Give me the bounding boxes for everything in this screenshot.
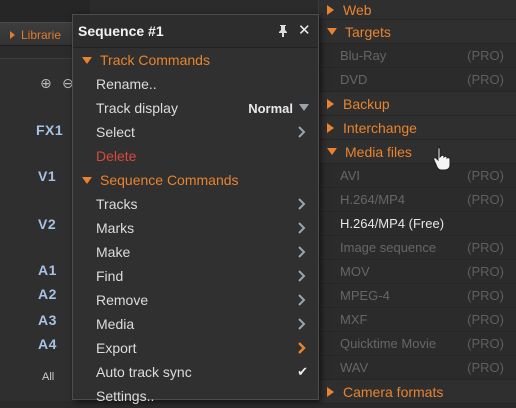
- menu-item-delete[interactable]: Delete: [73, 144, 318, 168]
- close-icon[interactable]: ✕: [298, 23, 311, 38]
- menu-item-make[interactable]: Make: [73, 240, 318, 264]
- collapsed-arrow-icon: [327, 386, 334, 397]
- zoom-in-icon[interactable]: ⊕: [40, 75, 54, 91]
- checkmark-icon: ✔: [297, 364, 308, 379]
- menu-item-track-display[interactable]: Track display Normal: [73, 96, 318, 120]
- expand-arrow-icon: [10, 31, 15, 39]
- menu-item-export[interactable]: Export: [73, 336, 318, 360]
- track-label-a2[interactable]: A2: [38, 286, 57, 302]
- menu-item-marks[interactable]: Marks: [73, 216, 318, 240]
- dropdown-arrow-icon: [299, 104, 309, 111]
- menu-item-media[interactable]: Media: [73, 312, 318, 336]
- track-display-value: Normal: [248, 100, 293, 116]
- menu-title: Sequence #1: [78, 23, 164, 39]
- submenu-item: DVD (PRO): [319, 68, 516, 92]
- expanded-arrow-icon: [327, 28, 337, 35]
- submenu-item: Image sequence (PRO): [319, 236, 516, 260]
- expanded-arrow-icon: [82, 56, 92, 64]
- sequence-context-menu: Sequence #1 ✕ Track Commands Rename.. Tr…: [72, 14, 319, 404]
- section-track-commands[interactable]: Track Commands: [73, 48, 318, 72]
- submenu-item: H.264/MP4 (PRO): [319, 188, 516, 212]
- chevron-right-icon: [297, 126, 307, 138]
- hand-cursor-icon: [432, 145, 452, 171]
- section-sequence-commands[interactable]: Sequence Commands: [73, 168, 318, 192]
- collapsed-arrow-icon: [327, 4, 334, 15]
- submenu-item: Quicktime Movie (PRO): [319, 332, 516, 356]
- libraries-tab[interactable]: Librarie: [0, 22, 78, 46]
- chevron-right-icon: [297, 198, 307, 210]
- track-label-a4[interactable]: A4: [38, 336, 57, 352]
- libraries-label: Librarie: [21, 28, 62, 42]
- menu-item-find[interactable]: Find: [73, 264, 318, 288]
- submenu-item: Blu-Ray (PRO): [319, 44, 516, 68]
- track-label-a3[interactable]: A3: [38, 312, 57, 328]
- submenu-item: MXF (PRO): [319, 308, 516, 332]
- submenu-targets[interactable]: Targets: [319, 20, 516, 44]
- menu-item-tracks[interactable]: Tracks: [73, 192, 318, 216]
- export-submenu: Web Targets Blu-Ray (PRO) DVD (PRO) Backup…: [318, 0, 516, 404]
- submenu-item: MPEG-4 (PRO): [319, 284, 516, 308]
- submenu-web[interactable]: Web: [319, 0, 516, 20]
- track-label-fx1[interactable]: FX1: [36, 122, 63, 138]
- menu-item-remove[interactable]: Remove: [73, 288, 318, 312]
- chevron-right-icon: [297, 270, 307, 282]
- submenu-item: AVI (PRO): [319, 164, 516, 188]
- submenu-item-h264-free[interactable]: H.264/MP4 (Free): [319, 212, 516, 236]
- collapsed-arrow-icon: [327, 98, 334, 109]
- submenu-item: MOV (PRO): [319, 260, 516, 284]
- all-tracks-toggle[interactable]: All: [42, 371, 54, 383]
- submenu-backup[interactable]: Backup: [319, 92, 516, 116]
- submenu-interchange[interactable]: Interchange: [319, 116, 516, 140]
- chevron-right-icon: [297, 222, 307, 234]
- menu-item-auto-track-sync[interactable]: Auto track sync ✔: [73, 360, 318, 384]
- track-label-v2[interactable]: V2: [38, 216, 56, 232]
- expanded-arrow-icon: [82, 176, 92, 184]
- menu-item-select[interactable]: Select: [73, 120, 318, 144]
- pin-icon[interactable]: [276, 24, 290, 38]
- submenu-media-files[interactable]: Media files: [319, 140, 516, 164]
- chevron-right-icon: [297, 246, 307, 258]
- submenu-camera-formats[interactable]: Camera formats: [319, 380, 516, 404]
- track-headers: ⊕ ⊖ FX1 V1 V2 A1 A2 A3 A4 All: [0, 58, 78, 401]
- chevron-right-icon: [297, 294, 307, 306]
- track-label-a1[interactable]: A1: [38, 262, 57, 278]
- chevron-right-active-icon: [297, 342, 307, 354]
- collapsed-arrow-icon: [327, 122, 334, 133]
- menu-item-settings[interactable]: Settings..: [73, 384, 318, 408]
- track-label-v1[interactable]: V1: [38, 168, 56, 184]
- menu-titlebar: Sequence #1 ✕: [73, 15, 318, 48]
- submenu-item: WAV (PRO): [319, 356, 516, 380]
- menu-item-rename[interactable]: Rename..: [73, 72, 318, 96]
- chevron-right-icon: [297, 318, 307, 330]
- expanded-arrow-icon: [327, 148, 337, 155]
